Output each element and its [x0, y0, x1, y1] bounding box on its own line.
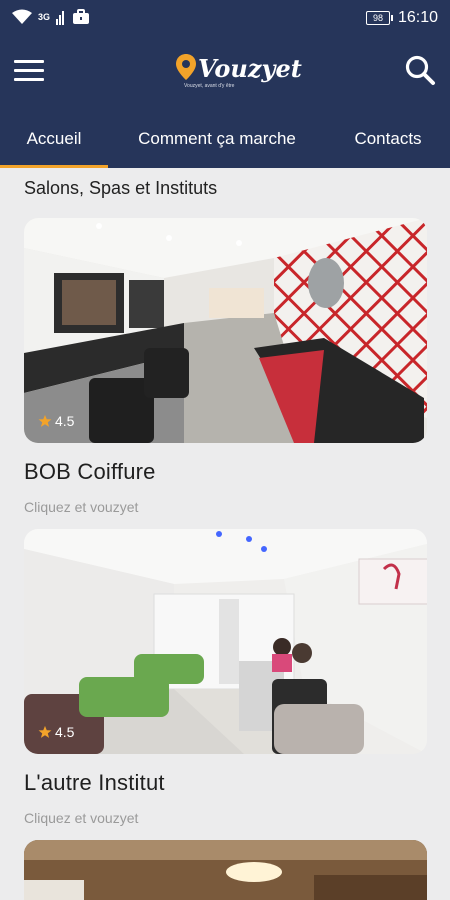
brand-tagline: Vouzyet, avant d'y être — [184, 83, 235, 89]
tab-label: Comment ça marche — [138, 129, 296, 148]
salon-interior-image — [24, 218, 427, 443]
signal-icon — [56, 11, 65, 25]
tab-bar: Accueil Comment ça marche Contacts — [0, 110, 450, 168]
star-icon — [38, 725, 52, 738]
salon-interior-image — [24, 529, 427, 754]
salon-photo[interactable]: 4.5 — [24, 218, 427, 443]
tab-accueil[interactable]: Accueil — [0, 110, 108, 168]
app-bar: 3G 98 16:10 Vouzyet Vouzyet, avant d'y ê… — [0, 0, 450, 168]
listing-card[interactable]: 4.5 L'autre Institut Cliquez et vouzyet — [24, 529, 427, 826]
star-icon — [38, 414, 52, 427]
salon-interior-image — [24, 840, 427, 900]
brand-name: Vouzyet — [198, 54, 302, 83]
briefcase-icon — [73, 9, 90, 24]
tab-comment-ca-marche[interactable]: Comment ça marche — [108, 110, 326, 168]
app-logo: Vouzyet Vouzyet, avant d'y être — [176, 52, 302, 96]
listing-card[interactable] — [24, 840, 427, 900]
rating-badge: 4.5 — [38, 413, 74, 429]
tab-label: Contacts — [354, 129, 422, 148]
tab-contacts[interactable]: Contacts — [326, 110, 450, 168]
listing-card[interactable]: 4.5 BOB Coiffure Cliquez et vouzyet — [24, 218, 427, 515]
salon-photo[interactable] — [24, 840, 427, 900]
clock: 16:10 — [397, 9, 438, 26]
tab-label: Accueil — [26, 129, 82, 148]
rating-badge: 4.5 — [38, 724, 74, 740]
location-pin-icon — [176, 54, 196, 80]
listing-name[interactable]: L'autre Institut — [24, 770, 427, 796]
menu-icon[interactable] — [14, 58, 46, 82]
listing-name[interactable]: BOB Coiffure — [24, 459, 427, 485]
wifi-icon — [12, 9, 32, 24]
search-icon[interactable] — [404, 54, 436, 86]
status-bar: 3G 98 16:10 — [0, 0, 450, 40]
network-type: 3G — [38, 11, 51, 22]
listing-subtitle: Cliquez et vouzyet — [24, 499, 139, 515]
rating-value: 4.5 — [55, 724, 75, 740]
section-title: Salons, Spas et Instituts — [24, 178, 218, 198]
battery-icon: 98 — [365, 11, 393, 25]
rating-value: 4.5 — [55, 413, 75, 429]
listing-subtitle: Cliquez et vouzyet — [24, 810, 139, 826]
active-tab-indicator — [0, 165, 108, 168]
salon-photo[interactable]: 4.5 — [24, 529, 427, 754]
